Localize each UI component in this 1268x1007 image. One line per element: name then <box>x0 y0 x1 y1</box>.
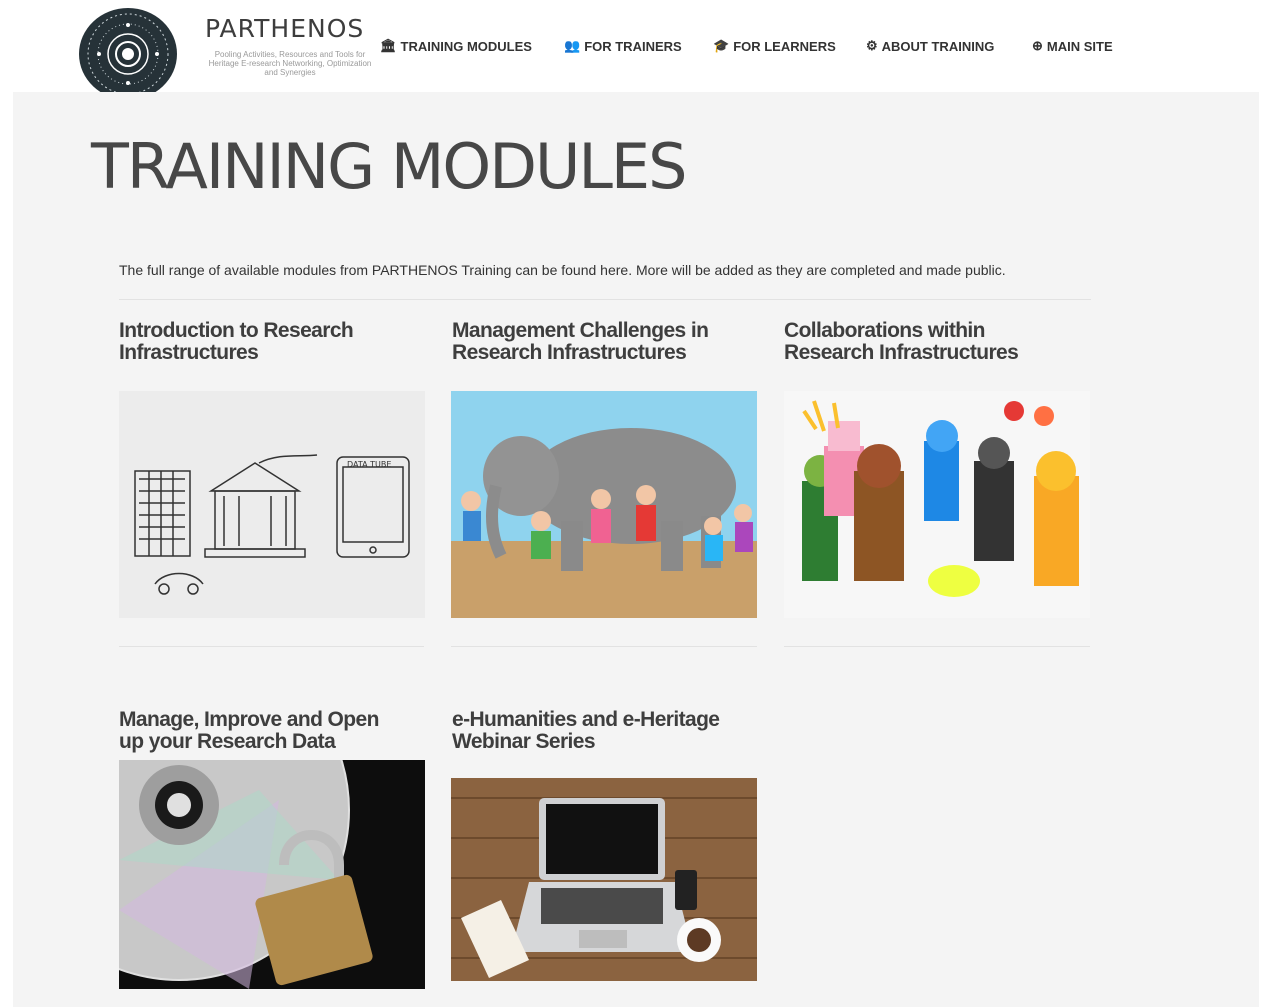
title-line: Research Infrastructures <box>784 341 1019 364</box>
title-line: Introduction to Research <box>119 319 354 342</box>
divider <box>784 646 1090 647</box>
module-title-webinar[interactable]: e-Humanities and e-Heritage Webinar Seri… <box>452 709 752 753</box>
parthenos-logo[interactable] <box>79 8 177 100</box>
module-title-intro-ri[interactable]: Introduction to Research Infrastructures <box>119 320 419 364</box>
module-image-management[interactable] <box>451 391 757 618</box>
nav-main-site[interactable]: ⊕ MAIN SITE <box>1032 38 1113 54</box>
module-title-research-data[interactable]: Manage, Improve and Open up your Researc… <box>119 709 419 753</box>
divider <box>451 646 757 647</box>
page-title: TRAINING MODULES <box>91 130 687 203</box>
title-line: Management Challenges in <box>452 319 709 342</box>
nav-about-training[interactable]: ⚙ ABOUT TRAINING <box>866 38 994 54</box>
bank-icon: 🏛 <box>380 38 397 53</box>
title-line: Research Infrastructures <box>452 341 687 364</box>
module-image-intro-ri[interactable]: DATA TUBE <box>119 391 425 618</box>
module-image-webinar[interactable] <box>451 778 757 981</box>
users-icon: 👥 <box>564 38 581 53</box>
divider <box>119 299 1091 300</box>
title-line: Webinar Series <box>452 730 596 753</box>
gears-icon: ⚙ <box>866 38 878 53</box>
nav-label: ABOUT TRAINING <box>881 38 995 54</box>
brand-tagline: Pooling Activities, Resources and Tools … <box>208 50 372 77</box>
main-content: TRAINING MODULES The full range of avail… <box>13 92 1259 1007</box>
nav-label: FOR LEARNERS <box>733 38 836 54</box>
divider <box>119 646 424 647</box>
title-line: up your Research Data <box>119 730 336 753</box>
nav-label: TRAINING MODULES <box>400 38 532 54</box>
graduation-cap-icon: 🎓 <box>713 38 730 53</box>
intro-text: The full range of available modules from… <box>119 262 1006 278</box>
module-title-collaborations[interactable]: Collaborations within Research Infrastru… <box>784 320 1084 364</box>
module-image-collaborations[interactable] <box>784 391 1090 618</box>
title-line: Infrastructures <box>119 341 259 364</box>
nav-training-modules[interactable]: 🏛 TRAINING MODULES <box>380 38 532 54</box>
brand-name[interactable]: PARTHENOS <box>205 14 364 43</box>
title-line: Manage, Improve and Open <box>119 708 379 731</box>
module-title-management[interactable]: Management Challenges in Research Infras… <box>452 320 752 364</box>
nav-label: FOR TRAINERS <box>584 38 682 54</box>
nav-for-learners[interactable]: 🎓 FOR LEARNERS <box>713 38 836 54</box>
title-line: e-Humanities and e-Heritage <box>452 708 720 731</box>
nav-for-trainers[interactable]: 👥 FOR TRAINERS <box>564 38 682 54</box>
nav-label: MAIN SITE <box>1046 38 1113 54</box>
module-image-research-data[interactable] <box>119 760 425 989</box>
arrow-circle-icon: ⊕ <box>1032 38 1043 53</box>
site-header: PARTHENOS Pooling Activities, Resources … <box>0 0 1268 100</box>
svg-text:DATA TUBE: DATA TUBE <box>347 460 391 469</box>
title-line: Collaborations within <box>784 319 986 342</box>
